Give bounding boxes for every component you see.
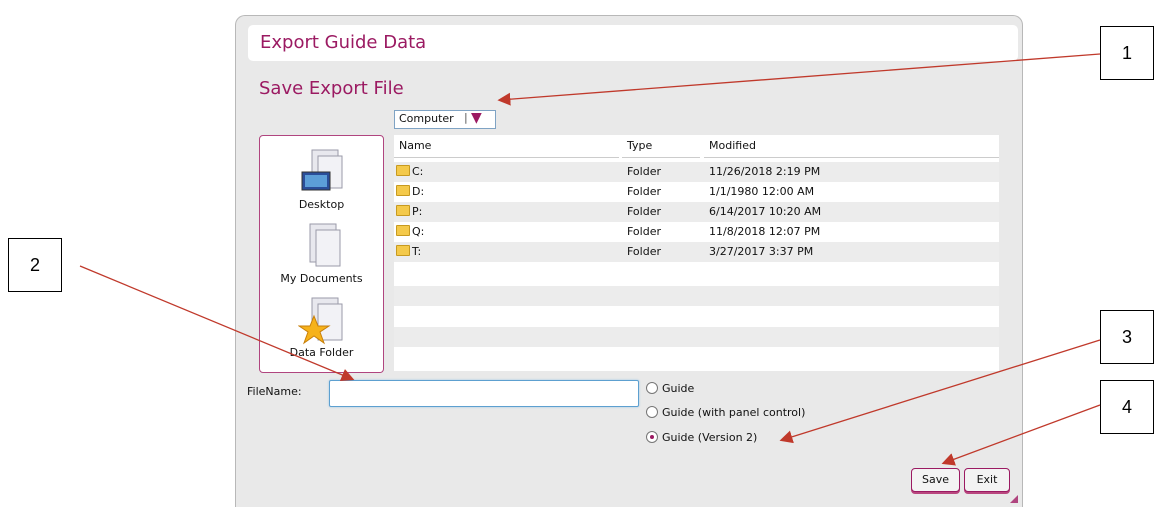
arrow-4 bbox=[941, 404, 1101, 466]
annotation-arrows bbox=[79, 53, 1101, 466]
arrow-3 bbox=[779, 339, 1101, 444]
arrow-2 bbox=[79, 265, 355, 382]
arrow-1 bbox=[497, 53, 1101, 106]
